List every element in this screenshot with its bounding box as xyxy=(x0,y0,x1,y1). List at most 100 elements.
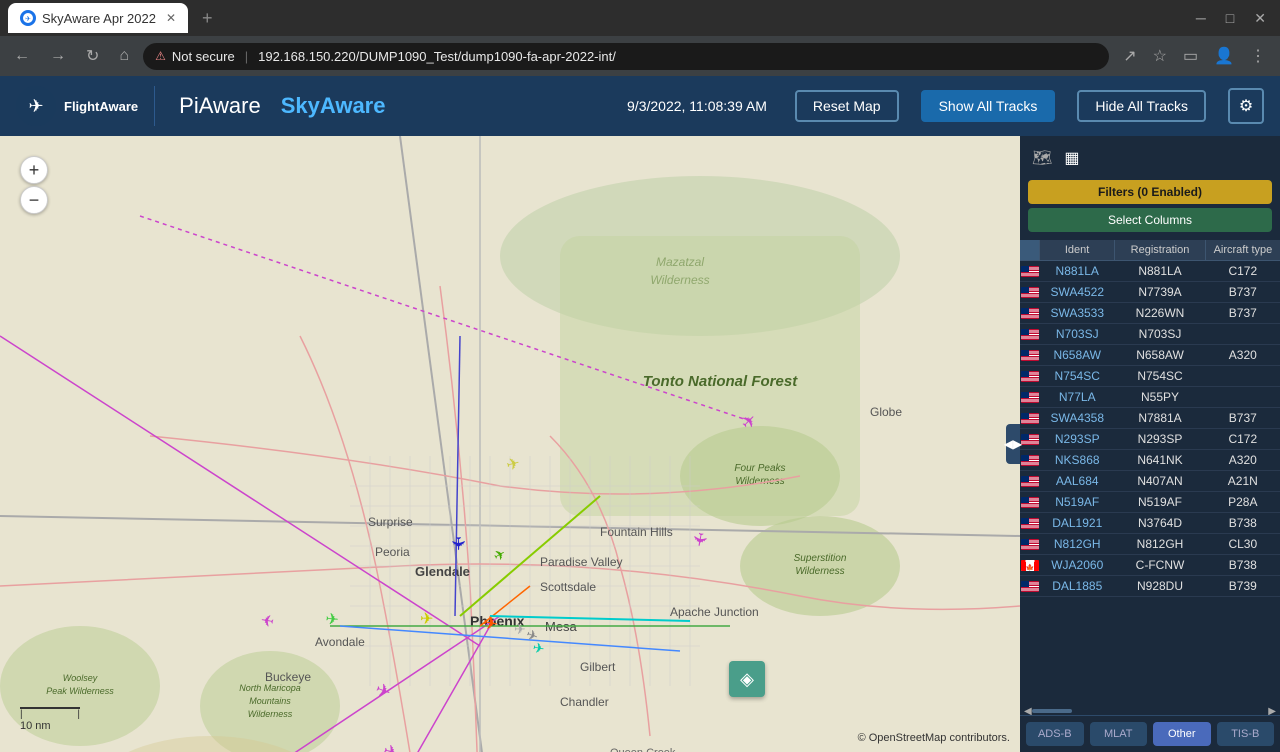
table-row[interactable]: N754SCN754SC xyxy=(1020,366,1280,387)
svg-text:Avondale: Avondale xyxy=(315,635,365,649)
share-button[interactable]: ↗ xyxy=(1117,42,1142,70)
layers-button[interactable]: ◈ xyxy=(729,661,765,697)
tab-restore-btn[interactable]: □ xyxy=(1220,8,1240,29)
sidebar-browser-btn[interactable]: ▭ xyxy=(1177,42,1204,70)
tab-close-window-btn[interactable]: ✕ xyxy=(1248,8,1272,29)
aircraft-ident: N812GH xyxy=(1040,534,1114,554)
back-button[interactable]: ← xyxy=(8,43,36,69)
horizontal-scrollbar[interactable]: ◀ ▶ xyxy=(1020,707,1280,715)
svg-text:✈: ✈ xyxy=(420,611,433,628)
forward-button[interactable]: → xyxy=(44,43,72,69)
svg-text:Queen Creek: Queen Creek xyxy=(610,747,676,752)
app-header: ✈ FlightAware PiAware SkyAware 9/3/2022,… xyxy=(0,76,1280,136)
table-row[interactable]: N658AWN658AWA320 xyxy=(1020,345,1280,366)
aircraft-ident: N658AW xyxy=(1040,345,1114,365)
table-row[interactable]: DAL1921N3764DB738 xyxy=(1020,513,1280,534)
logo-area: ✈ FlightAware xyxy=(16,86,155,126)
svg-text:Gilbert: Gilbert xyxy=(580,660,616,674)
security-label: Not secure xyxy=(172,49,235,64)
flightaware-logo: ✈ xyxy=(16,86,56,126)
aircraft-registration: N55PY xyxy=(1114,387,1205,407)
tab-close-btn[interactable]: ✕ xyxy=(166,11,176,25)
svg-text:Wilderness: Wilderness xyxy=(795,566,844,577)
table-row[interactable]: SWA4522N7739AB737 xyxy=(1020,282,1280,303)
table-row[interactable]: DAL1885N928DUB739 xyxy=(1020,576,1280,597)
profile-button[interactable]: 👤 xyxy=(1208,42,1240,70)
select-columns-button[interactable]: Select Columns xyxy=(1028,208,1272,232)
settings-button[interactable]: ⚙ xyxy=(1228,88,1264,124)
svg-text:Peoria: Peoria xyxy=(375,545,410,559)
table-row[interactable]: N519AFN519AFP28A xyxy=(1020,492,1280,513)
menu-button[interactable]: ⋮ xyxy=(1244,42,1272,70)
sidebar-map-icon-btn[interactable]: 🗺 xyxy=(1028,144,1056,172)
app-name-plain: PiAware xyxy=(179,93,261,119)
mlat-filter-button[interactable]: MLAT xyxy=(1090,722,1148,746)
svg-text:North Maricopa: North Maricopa xyxy=(239,683,301,693)
zoom-in-button[interactable]: + xyxy=(20,156,48,184)
aircraft-registration: N658AW xyxy=(1114,345,1205,365)
svg-text:Apache Junction: Apache Junction xyxy=(670,605,759,619)
table-row[interactable]: N703SJN703SJ xyxy=(1020,324,1280,345)
svg-text:Buckeye: Buckeye xyxy=(265,670,311,684)
reload-button[interactable]: ↻ xyxy=(80,42,105,70)
aircraft-ident: NKS868 xyxy=(1040,450,1114,470)
browser-chrome: ✈ SkyAware Apr 2022 ✕ + ─ □ ✕ ← → ↻ ⌂ ⚠ … xyxy=(0,0,1280,76)
svg-text:Superstition: Superstition xyxy=(794,553,847,564)
aircraft-ident: N77LA xyxy=(1040,387,1114,407)
aircraft-registration: N7881A xyxy=(1114,408,1205,428)
filters-button[interactable]: Filters (0 Enabled) xyxy=(1028,180,1272,204)
aircraft-registration: N641NK xyxy=(1114,450,1205,470)
zoom-out-button[interactable]: − xyxy=(20,186,48,214)
table-row[interactable]: SWA3533N226WNB737 xyxy=(1020,303,1280,324)
active-tab[interactable]: ✈ SkyAware Apr 2022 ✕ xyxy=(8,3,188,33)
table-row[interactable]: N881LAN881LAC172 xyxy=(1020,261,1280,282)
ident-column-header[interactable]: Ident xyxy=(1040,240,1115,260)
bookmark-button[interactable]: ☆ xyxy=(1147,42,1173,70)
ads-b-filter-button[interactable]: ADS-B xyxy=(1026,722,1084,746)
aircraft-ident: N519AF xyxy=(1040,492,1114,512)
svg-text:Tonto National Forest: Tonto National Forest xyxy=(643,373,798,390)
svg-text:Woolsey: Woolsey xyxy=(63,673,98,683)
address-input[interactable]: ⚠ Not secure | 192.168.150.220/DUMP1090_… xyxy=(143,43,1109,70)
table-row[interactable]: N77LAN55PY xyxy=(1020,387,1280,408)
sidebar-list-icon-btn[interactable]: ▦ xyxy=(1060,144,1083,172)
browser-actions: ↗ ☆ ▭ 👤 ⋮ xyxy=(1117,42,1272,70)
aircraft-type: B739 xyxy=(1206,576,1280,596)
country-flag xyxy=(1020,579,1040,594)
home-button[interactable]: ⌂ xyxy=(113,43,135,69)
other-filter-button[interactable]: Other xyxy=(1153,722,1211,746)
country-flag xyxy=(1020,411,1040,426)
table-row[interactable]: N812GHN812GHCL30 xyxy=(1020,534,1280,555)
new-tab-button[interactable]: + xyxy=(196,6,219,31)
scrollbar-thumb[interactable] xyxy=(1032,709,1072,713)
table-header: Ident Registration Aircraft type xyxy=(1020,240,1280,261)
aircraft-registration: N703SJ xyxy=(1114,324,1205,344)
settings-icon: ⚙ xyxy=(1239,96,1253,116)
aircraft-type xyxy=(1206,331,1280,337)
svg-text:✈: ✈ xyxy=(25,16,31,23)
tab-title: SkyAware Apr 2022 xyxy=(42,11,156,26)
svg-text:🍁: 🍁 xyxy=(1026,563,1035,571)
type-column-header[interactable]: Aircraft type xyxy=(1206,240,1280,260)
table-row[interactable]: 🍁WJA2060C-FCNWB738 xyxy=(1020,555,1280,576)
aircraft-type: A320 xyxy=(1206,450,1280,470)
map-area[interactable]: Mazatzal Wilderness Tonto National Fores… xyxy=(0,136,1020,752)
aircraft-registration: N881LA xyxy=(1114,261,1205,281)
sidebar-toggle-button[interactable]: ◀▶ xyxy=(1006,424,1020,464)
aircraft-type: A320 xyxy=(1206,345,1280,365)
table-row[interactable]: N293SPN293SPC172 xyxy=(1020,429,1280,450)
sidebar-footer: ADS-B MLAT Other TIS-B xyxy=(1020,715,1280,752)
aircraft-type: B738 xyxy=(1206,513,1280,533)
hide-all-tracks-button[interactable]: Hide All Tracks xyxy=(1077,90,1206,122)
table-row[interactable]: SWA4358N7881AB737 xyxy=(1020,408,1280,429)
table-row[interactable]: AAL684N407ANA21N xyxy=(1020,471,1280,492)
show-all-tracks-button[interactable]: Show All Tracks xyxy=(921,90,1056,122)
svg-text:Fountain Hills: Fountain Hills xyxy=(600,525,673,539)
tab-minimize-btn[interactable]: ─ xyxy=(1190,8,1212,29)
tis-b-filter-button[interactable]: TIS-B xyxy=(1217,722,1275,746)
registration-column-header[interactable]: Registration xyxy=(1115,240,1206,260)
aircraft-list: N881LAN881LAC172SWA4522N7739AB737SWA3533… xyxy=(1020,261,1280,707)
url-display: 192.168.150.220/DUMP1090_Test/dump1090-f… xyxy=(258,49,616,64)
table-row[interactable]: NKS868N641NKA320 xyxy=(1020,450,1280,471)
reset-map-button[interactable]: Reset Map xyxy=(795,90,899,122)
